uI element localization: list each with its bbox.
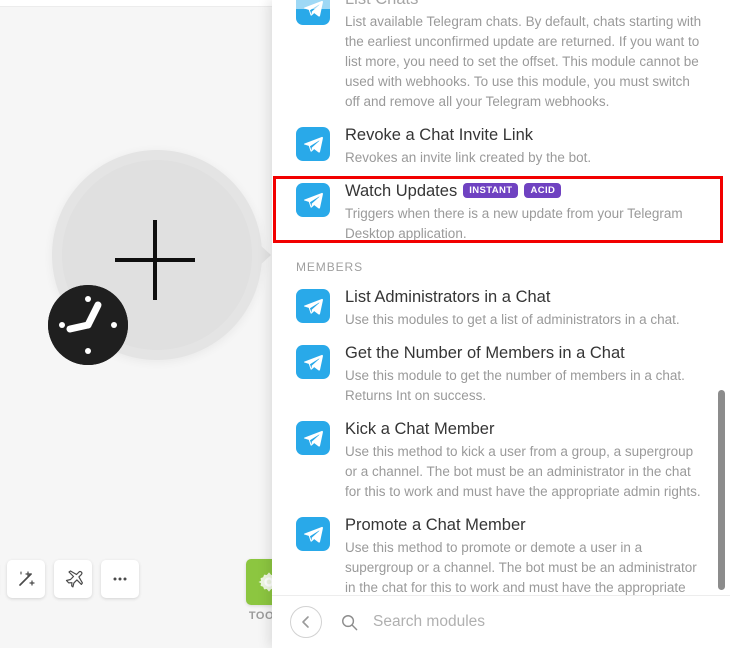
module-title: Get the Number of Members in a Chat (345, 344, 625, 362)
clock-icon[interactable] (48, 285, 128, 365)
search-icon (340, 613, 359, 632)
module-list[interactable]: List ChatsList available Telegram chats.… (272, 0, 730, 595)
module-text-block: Watch Updates INSTANT ACID Triggers when th… (345, 179, 706, 244)
search-input[interactable] (371, 612, 712, 632)
panel-scrollbar-thumb[interactable] (718, 390, 725, 590)
module-list-item[interactable]: List Administrators in a Chat Use this mo… (272, 280, 730, 336)
toolbar-button-1[interactable] (7, 560, 45, 598)
module-title: Revoke a Chat Invite Link (345, 126, 534, 144)
module-description: Use this modules to get a list of admini… (345, 312, 680, 327)
plus-icon-vertical-bar (153, 220, 157, 300)
module-title: List Administrators in a Chat (345, 288, 551, 306)
list-top-fade (272, 0, 730, 9)
telegram-icon (296, 127, 330, 161)
module-text-block: Kick a Chat Member Use this method to kic… (345, 417, 706, 502)
module-list-item[interactable]: List ChatsList available Telegram chats.… (272, 0, 730, 118)
module-list-body: List ChatsList available Telegram chats.… (272, 0, 730, 595)
canvas-bottom-toolbar[interactable] (0, 560, 139, 598)
back-arrow-icon[interactable] (290, 606, 322, 638)
module-list-item[interactable]: Kick a Chat Member Use this method to kic… (272, 412, 730, 508)
more-options-icon (110, 569, 130, 589)
module-description: Use this method to promote or demote a u… (345, 540, 697, 595)
module-text-block: Revoke a Chat Invite Link Revokes an invi… (345, 123, 706, 168)
module-description: List available Telegram chats. By defaul… (345, 14, 702, 109)
module-list-item[interactable]: Promote a Chat Member Use this method to … (272, 508, 730, 595)
magic-wand-icon (16, 569, 36, 589)
module-picker-panel[interactable]: List ChatsList available Telegram chats.… (272, 0, 730, 648)
module-list-item[interactable]: Watch Updates INSTANT ACID Triggers when th… (272, 174, 730, 250)
module-list-item[interactable]: Get the Number of Members in a Chat Use t… (272, 336, 730, 412)
module-badge-instant: INSTANT (463, 182, 519, 198)
module-list-item[interactable]: Revoke a Chat Invite Link Revokes an invi… (272, 118, 730, 174)
module-text-block: Get the Number of Members in a Chat Use t… (345, 341, 706, 406)
telegram-icon (296, 517, 330, 551)
module-search-bar[interactable] (272, 595, 730, 648)
module-title: Kick a Chat Member (345, 420, 495, 438)
module-text-block: List ChatsList available Telegram chats.… (345, 0, 706, 112)
module-title: Promote a Chat Member (345, 516, 526, 534)
telegram-icon (296, 345, 330, 379)
telegram-icon (296, 183, 330, 217)
module-title: Watch Updates (345, 182, 458, 200)
module-description: Triggers when there is a new update from… (345, 206, 683, 241)
module-title-line: Revoke a Chat Invite Link (345, 124, 706, 146)
module-text-block: List Administrators in a Chat Use this mo… (345, 285, 706, 330)
telegram-icon (296, 289, 330, 323)
module-description: Use this method to kick a user from a gr… (345, 444, 701, 499)
module-text-block: Promote a Chat Member Use this method to … (345, 513, 706, 595)
module-title-line: Promote a Chat Member (345, 514, 706, 536)
module-badge-acid: ACID (524, 182, 562, 198)
module-title-line: Get the Number of Members in a Chat (345, 342, 706, 364)
airplane-icon (63, 569, 83, 589)
module-title-line: Kick a Chat Member (345, 418, 706, 440)
telegram-icon (296, 421, 330, 455)
section-header-members: MEMBERS (296, 260, 363, 274)
panel-scrollbar-track[interactable] (718, 0, 728, 595)
module-description: Revokes an invite link created by the bo… (345, 150, 592, 165)
module-title-line: Watch Updates INSTANT ACID (345, 180, 706, 202)
toolbar-button-3[interactable] (101, 560, 139, 598)
toolbar-button-2[interactable] (54, 560, 92, 598)
module-description: Use this module to get the number of mem… (345, 368, 685, 403)
module-title-line: List Administrators in a Chat (345, 286, 706, 308)
